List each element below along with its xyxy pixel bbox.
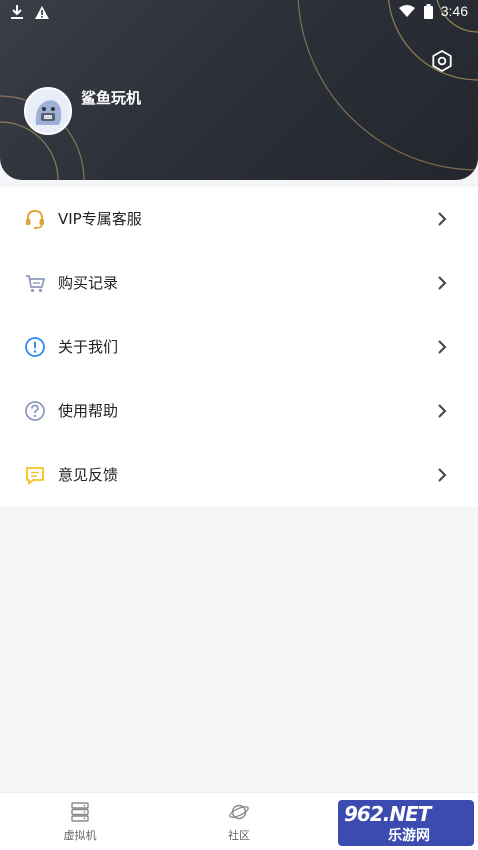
planet-icon — [229, 804, 249, 820]
chevron-right-icon — [438, 276, 447, 290]
status-bar: 3:46 — [0, 0, 478, 26]
tab-community[interactable]: 社区 — [199, 801, 279, 843]
download-icon — [11, 5, 23, 19]
menu-item-feedback[interactable]: 意见反馈 — [0, 443, 478, 507]
status-time: 3:46 — [440, 3, 468, 19]
avatar-image — [26, 89, 70, 133]
tab-label: 虚拟机 — [63, 829, 97, 842]
avatar[interactable] — [24, 87, 72, 135]
menu-item-help[interactable]: 使用帮助 — [0, 379, 478, 443]
warning-icon — [35, 5, 49, 19]
menu-item-about-us[interactable]: 关于我们 — [0, 315, 478, 379]
help-icon — [25, 401, 45, 421]
site-watermark: 962.NET 乐游网 — [338, 800, 474, 846]
info-icon — [25, 337, 45, 357]
menu-item-label: 购买记录 — [58, 274, 119, 292]
chevron-right-icon — [438, 468, 447, 482]
watermark-text: 乐游网 — [388, 828, 430, 844]
headset-icon — [26, 209, 44, 230]
chevron-right-icon — [438, 212, 447, 226]
header-decoration — [0, 0, 478, 180]
cart-icon — [26, 275, 45, 293]
chevron-right-icon — [438, 404, 447, 418]
menu-list: VIP专属客服 购买记录 关于我们 使用帮助 意见反馈 — [0, 187, 478, 507]
battery-icon — [423, 3, 433, 19]
tab-virtual-machine[interactable]: 虚拟机 — [40, 801, 120, 843]
username[interactable]: 鲨鱼玩机 — [81, 87, 141, 108]
server-icon — [71, 802, 89, 822]
settings-gear-icon — [432, 50, 452, 72]
profile-header: 3:46 鲨鱼玩机 — [0, 0, 478, 180]
tab-label: 社区 — [228, 829, 250, 842]
menu-item-purchase-history[interactable]: 购买记录 — [0, 251, 478, 315]
menu-item-label: 使用帮助 — [58, 402, 119, 420]
wifi-icon — [398, 5, 415, 17]
menu-item-label: 意见反馈 — [58, 466, 119, 484]
feedback-icon — [26, 467, 44, 485]
menu-item-vip-service[interactable]: VIP专属客服 — [0, 187, 478, 251]
watermark-brand: 962.NET — [344, 802, 431, 826]
settings-button[interactable] — [428, 47, 456, 75]
chevron-right-icon — [438, 340, 447, 354]
menu-item-label: VIP专属客服 — [58, 210, 142, 228]
menu-item-label: 关于我们 — [58, 338, 119, 356]
